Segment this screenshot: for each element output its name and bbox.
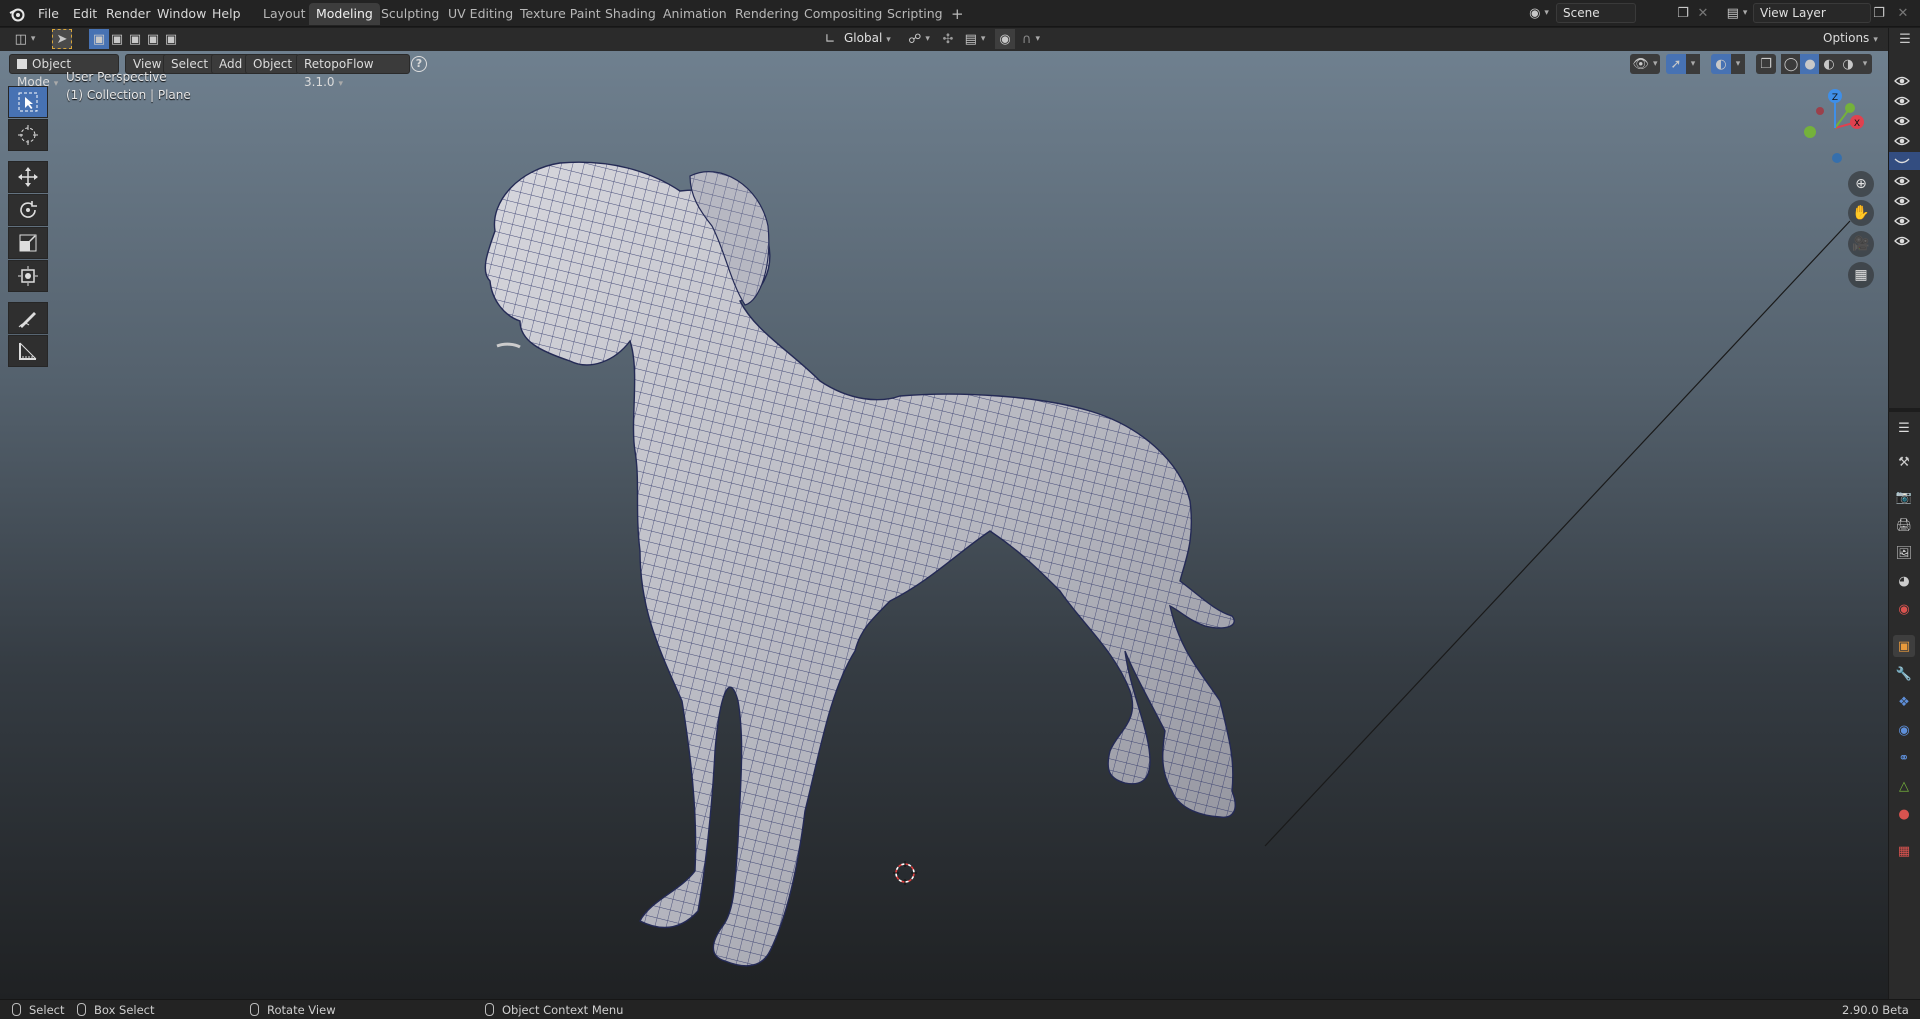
- material-properties-icon[interactable]: ●: [1893, 803, 1915, 825]
- options-dropdown[interactable]: Options ▾: [1816, 29, 1885, 49]
- select-mode-new-icon[interactable]: ▣: [89, 29, 109, 49]
- menu-help[interactable]: Help: [207, 4, 246, 23]
- gizmo-x-label: X: [1854, 119, 1860, 129]
- menu-edit[interactable]: Edit: [68, 4, 102, 23]
- ortho-toggle-icon[interactable]: ▦: [1848, 262, 1874, 288]
- zoom-view-icon[interactable]: ⊕: [1848, 171, 1874, 197]
- options-label: Options: [1823, 31, 1870, 45]
- add-workspace-button[interactable]: +: [944, 3, 971, 25]
- tab-animation[interactable]: Animation: [656, 3, 734, 25]
- select-mode-extend-icon[interactable]: ▣: [107, 29, 127, 49]
- constraints-properties-icon[interactable]: ⚭: [1893, 747, 1915, 769]
- status-context-menu-label: Object Context Menu: [502, 1003, 624, 1017]
- camera-view-icon[interactable]: 🎥: [1848, 231, 1874, 257]
- world-properties-icon[interactable]: ◉: [1893, 598, 1915, 620]
- gizmo-y-axis[interactable]: [1804, 126, 1816, 138]
- mouse-middle-icon: [250, 1003, 259, 1016]
- orientation-value: Global: [844, 31, 883, 45]
- select-mode-invert-icon[interactable]: ▣: [143, 29, 163, 49]
- 3d-cursor-icon[interactable]: [893, 861, 917, 885]
- status-box-select: Box Select: [77, 1002, 155, 1018]
- physics-properties-icon[interactable]: ◉: [1893, 719, 1915, 741]
- pan-view-icon[interactable]: ✋: [1848, 200, 1874, 226]
- version-label: 2.90.0 Beta: [1842, 1003, 1909, 1017]
- delete-view-layer-icon[interactable]: ✕: [1893, 3, 1913, 23]
- visibility-eye-icon[interactable]: [1894, 135, 1910, 147]
- proportional-falloff-icon[interactable]: ∩ ▾: [1016, 29, 1046, 49]
- properties-editor-icon[interactable]: ☰: [1893, 417, 1915, 439]
- render-properties-icon[interactable]: 📷: [1893, 486, 1915, 508]
- status-bar: Select Box Select Rotate View Object Con…: [0, 999, 1920, 1019]
- visibility-eye-icon[interactable]: [1894, 75, 1910, 87]
- status-rotate-view: Rotate View: [250, 1002, 336, 1018]
- status-rotate-view-label: Rotate View: [267, 1003, 336, 1017]
- blender-logo-icon[interactable]: [8, 5, 26, 23]
- delete-scene-icon[interactable]: ✕: [1693, 3, 1713, 23]
- new-scene-icon[interactable]: ❐: [1673, 3, 1693, 23]
- tab-scripting[interactable]: Scripting: [880, 3, 950, 25]
- tool-header: ◫ ▾ ➤ ▣ ▣ ▣ ▣ ▣ ∟ Global ▾ ☍ ▾ ✣ ▤ ▾ ◉ ∩ ▾ Op…: [0, 28, 1888, 51]
- tab-sculpting[interactable]: Sculpting: [374, 3, 446, 25]
- particles-properties-icon[interactable]: ❖: [1893, 691, 1915, 713]
- snap-target-icon[interactable]: ▤ ▾: [960, 29, 990, 49]
- outliner-editor-icon[interactable]: ☰: [1895, 29, 1915, 49]
- select-tool-icon[interactable]: ➤: [52, 29, 72, 49]
- navigation-gizmo[interactable]: Z X: [1795, 86, 1875, 166]
- top-bar: File Edit Render Window Help Layout Mode…: [0, 0, 1920, 27]
- scene-properties-icon[interactable]: ◕: [1893, 570, 1915, 592]
- scene-name: Scene: [1563, 6, 1600, 20]
- ground-line: [1264, 220, 1851, 847]
- tab-texture-paint[interactable]: Texture Paint: [513, 3, 608, 25]
- object-properties-icon[interactable]: ▣: [1893, 635, 1915, 657]
- outliner-selected-row[interactable]: [1889, 152, 1920, 170]
- output-properties-icon[interactable]: 🖨: [1893, 514, 1915, 536]
- tab-rendering[interactable]: Rendering: [728, 3, 806, 25]
- view-layer-name-field[interactable]: View Layer: [1753, 3, 1871, 23]
- tab-uv-editing[interactable]: UV Editing: [441, 3, 520, 25]
- status-select: Select: [12, 1002, 64, 1018]
- tab-modeling[interactable]: Modeling: [309, 3, 380, 25]
- texture-properties-icon[interactable]: ▦: [1893, 840, 1915, 862]
- tab-shading[interactable]: Shading: [598, 3, 663, 25]
- visibility-eye-icon[interactable]: [1894, 215, 1910, 227]
- visibility-eye-icon[interactable]: [1894, 235, 1910, 247]
- visibility-eye-icon[interactable]: [1894, 115, 1910, 127]
- modifier-properties-icon[interactable]: 🔧: [1893, 663, 1915, 685]
- proportional-edit-icon[interactable]: ◉: [995, 29, 1015, 49]
- 3d-viewport[interactable]: Object Mode ▾ View Select Add Object Reto…: [0, 51, 1888, 999]
- snap-toggle-icon[interactable]: ✣: [938, 29, 958, 49]
- visibility-eye-icon[interactable]: [1894, 95, 1910, 107]
- mouse-right-icon: [485, 1003, 494, 1016]
- menu-window[interactable]: Window: [152, 4, 211, 23]
- dog-mesh-model[interactable]: [0, 51, 1888, 999]
- tool-properties-icon[interactable]: ⚒: [1893, 451, 1915, 473]
- data-properties-icon[interactable]: △: [1893, 775, 1915, 797]
- scene-name-field[interactable]: Scene: [1556, 3, 1636, 23]
- transform-orientation-icon[interactable]: ∟: [820, 29, 840, 49]
- tab-compositing[interactable]: Compositing: [797, 3, 889, 25]
- view-layer-properties-icon[interactable]: 🖼: [1893, 542, 1915, 564]
- status-box-select-label: Box Select: [94, 1003, 155, 1017]
- status-select-label: Select: [29, 1003, 65, 1017]
- editor-type-icon[interactable]: ◫ ▾: [10, 29, 40, 49]
- hidden-eye-icon[interactable]: [1894, 155, 1910, 167]
- new-view-layer-icon[interactable]: ❐: [1869, 3, 1889, 23]
- view-layer-name: View Layer: [1760, 6, 1826, 20]
- select-mode-subtract-icon[interactable]: ▣: [125, 29, 145, 49]
- gizmo-z-label: Z: [1832, 93, 1838, 103]
- transform-orientation-dropdown[interactable]: Global ▾: [838, 29, 898, 49]
- scene-browse-icon[interactable]: ◉ ▾: [1524, 3, 1554, 23]
- mouse-left-icon: [12, 1003, 21, 1016]
- visibility-eye-icon[interactable]: [1894, 175, 1910, 187]
- status-context-menu: Object Context Menu: [485, 1002, 623, 1018]
- pivot-point-icon[interactable]: ☍ ▾: [904, 29, 934, 49]
- menu-render[interactable]: Render: [101, 4, 156, 23]
- menu-file[interactable]: File: [33, 4, 64, 23]
- visibility-eye-icon[interactable]: [1894, 195, 1910, 207]
- view-layer-browse-icon[interactable]: ▤ ▾: [1722, 3, 1752, 23]
- select-mode-intersect-icon[interactable]: ▣: [161, 29, 181, 49]
- tab-layout[interactable]: Layout: [256, 3, 313, 25]
- mouse-drag-icon: [77, 1003, 86, 1016]
